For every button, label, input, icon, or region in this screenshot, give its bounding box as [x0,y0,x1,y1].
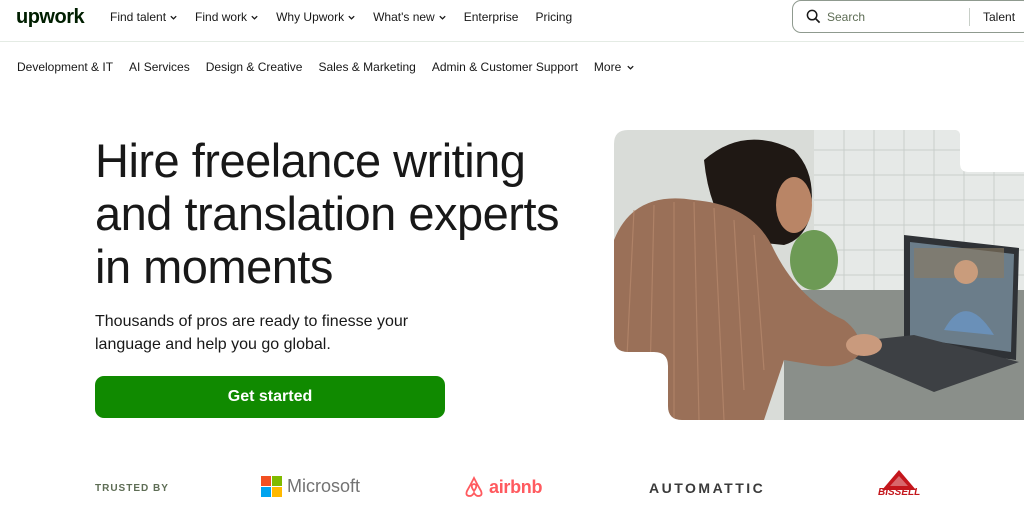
chevron-down-icon [439,15,446,20]
nav-enterprise[interactable]: Enterprise [464,10,519,24]
category-sales-marketing[interactable]: Sales & Marketing [318,60,415,74]
search-divider [969,8,970,26]
nav-label: Why Upwork [276,10,345,24]
nav-label: Enterprise [463,10,519,24]
category-label: Sales & Marketing [318,60,416,74]
chevron-down-icon [348,15,355,20]
get-started-button[interactable]: Get started [95,376,445,418]
trusted-by-label: TRUSTED BY [95,483,169,494]
bissell-wordmark: BISSELL [878,487,921,498]
automattic-logo: AUTOMATTIC [649,480,765,496]
nav-whats-new[interactable]: What's new [373,10,447,24]
microsoft-logo: Microsoft [261,476,360,497]
bissell-logo: BISSELL [878,470,920,498]
hero-subtitle: Thousands of pros are ready to finesse y… [95,313,409,353]
category-design-creative[interactable]: Design & Creative [206,60,303,74]
chevron-down-icon [251,15,258,20]
upwork-logo[interactable]: upwork [16,6,85,29]
microsoft-windows-icon [261,476,282,497]
category-label: More [593,60,622,74]
hero-title: Hire freelance writing and translation e… [95,134,560,293]
category-admin-support[interactable]: Admin & Customer Support [432,60,578,74]
category-label: Development & IT [17,60,114,74]
nav-label: What's new [373,10,435,24]
category-ai-services[interactable]: AI Services [129,60,190,74]
nav-label: Find talent [110,10,167,24]
top-header: upwork Find talent Find work Why Upwork … [0,0,1024,42]
nav-why-upwork[interactable]: Why Upwork [276,10,356,24]
airbnb-belo-icon [465,476,483,497]
search-scope-select[interactable]: Talent [983,10,1015,24]
category-more[interactable]: More [594,60,635,74]
hero-image [614,130,1024,420]
search-icon [806,9,821,24]
category-nav: Development & IT AI Services Design & Cr… [17,60,635,74]
main-nav: Find talent Find work Why Upwork What's … [110,0,572,34]
nav-find-work[interactable]: Find work [195,10,259,24]
category-label: AI Services [129,60,190,74]
chevron-down-icon [170,15,177,20]
chevron-down-icon [627,65,634,70]
airbnb-wordmark: airbnb [489,476,543,497]
nav-find-talent[interactable]: Find talent [110,10,178,24]
nav-label: Pricing [535,10,573,24]
category-label: Admin & Customer Support [431,60,578,74]
category-label: Design & Creative [205,60,303,74]
search-bar[interactable]: Search Talent [792,0,1024,33]
nav-pricing[interactable]: Pricing [535,10,572,24]
airbnb-logo: airbnb [464,476,543,498]
search-input[interactable]: Search [827,10,865,24]
category-development-it[interactable]: Development & IT [17,60,113,74]
microsoft-wordmark: Microsoft [287,476,361,496]
automattic-wordmark: AUTOMATTIC [649,480,766,496]
nav-label: Find work [195,10,248,24]
